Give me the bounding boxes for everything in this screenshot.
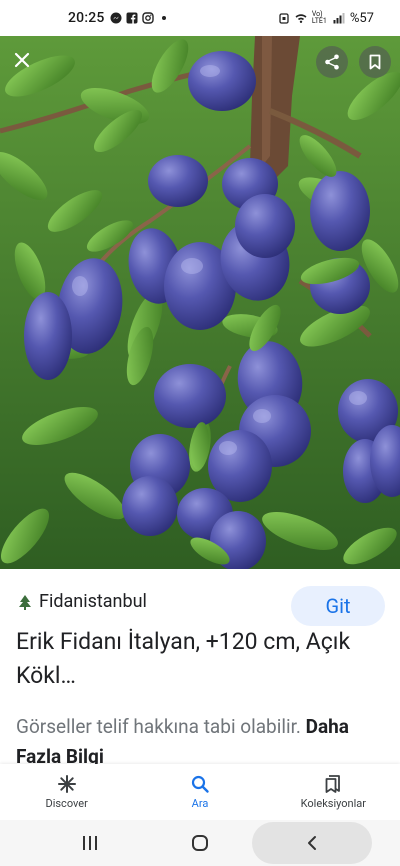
status-right: Vo) LTE1 %57 [278, 11, 374, 26]
search-icon [191, 775, 209, 793]
save-button[interactable] [359, 46, 391, 78]
nav-search[interactable]: Ara [133, 764, 266, 820]
image-title[interactable]: Erik Fidanı İtalyan, +120 cm, Açık Kökl… [16, 625, 366, 693]
tree-logo-icon [19, 594, 31, 610]
home-button[interactable] [170, 822, 230, 864]
share-icon [325, 54, 339, 70]
close-icon [14, 52, 30, 68]
status-time: 20:25 [68, 10, 105, 26]
back-icon [308, 836, 316, 850]
wifi-icon [295, 14, 307, 23]
back-button[interactable] [252, 822, 372, 864]
source-row[interactable]: Fidanistanbul [17, 591, 147, 612]
source-name: Fidanistanbul [39, 591, 147, 612]
copyright-text: Görseller telif hakkına tabi olabilir. [16, 715, 301, 738]
visit-button[interactable]: Git [291, 586, 385, 626]
close-button[interactable] [6, 44, 38, 76]
network-label: Vo) LTE1 [311, 10, 327, 25]
status-bar: 20:25 Vo) LTE1 %57 [0, 0, 400, 36]
battery-level: %57 [349, 10, 374, 26]
plum-tree-photo[interactable] [0, 36, 400, 569]
facebook-icon [126, 12, 138, 24]
collections-icon [325, 775, 341, 793]
bottom-navigation: Discover Ara Koleksiyonlar [0, 764, 400, 820]
alarm-icon [279, 13, 289, 24]
recent-apps-button[interactable] [60, 822, 120, 864]
nav-discover[interactable]: Discover [0, 764, 133, 820]
nav-search-label: Ara [191, 797, 209, 810]
instagram-icon [141, 12, 154, 24]
plum-photo-art [0, 36, 400, 569]
nav-discover-label: Discover [45, 797, 88, 810]
messenger-icon [110, 12, 122, 24]
nav-collections-label: Koleksiyonlar [300, 797, 366, 810]
asterisk-icon [57, 775, 76, 793]
image-info-panel: Fidanistanbul Git Erik Fidanı İtalyan, +… [0, 569, 400, 769]
dot-icon [161, 16, 166, 20]
recent-apps-icon [83, 836, 97, 850]
status-left: 20:25 [68, 10, 170, 26]
bookmark-icon [369, 54, 381, 70]
share-button[interactable] [316, 46, 348, 78]
nav-collections[interactable]: Koleksiyonlar [267, 764, 400, 820]
home-icon [192, 835, 208, 851]
signal-icon [333, 13, 345, 24]
copyright-notice: Görseller telif hakkına tabi olabilir. D… [16, 712, 386, 769]
notification-icons [110, 12, 170, 24]
system-navigation-bar [0, 820, 400, 866]
